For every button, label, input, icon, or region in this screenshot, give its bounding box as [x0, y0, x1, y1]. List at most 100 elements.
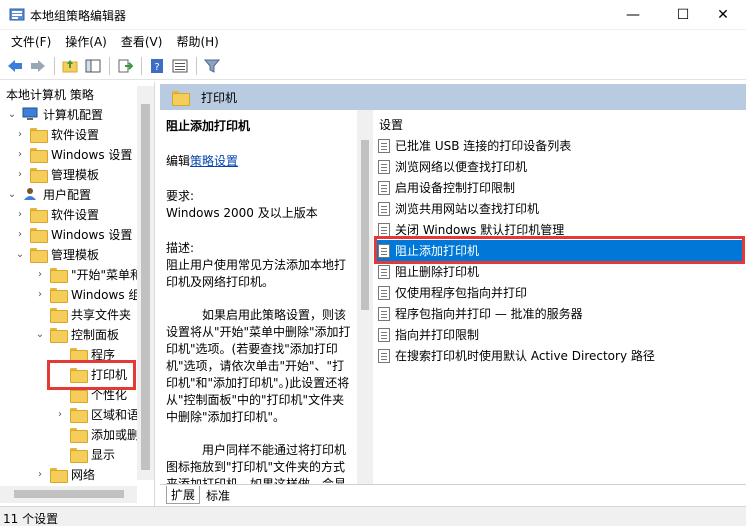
policy-setting-icon — [378, 285, 390, 300]
group-policy-icon — [9, 8, 25, 21]
tree-item[interactable]: › Windows 设置 — [14, 224, 132, 244]
setting-label: 阻止删除打印机 — [395, 265, 480, 279]
tree-item-label: 区域和语 — [91, 407, 140, 422]
setting-row[interactable]: 阻止删除打印机 — [376, 261, 744, 282]
setting-row[interactable]: 启用设备控制打印限制 — [376, 177, 744, 198]
folder-icon — [70, 447, 88, 463]
setting-label: 指向并打印限制 — [395, 328, 480, 342]
settings-column-header[interactable]: 设置 — [379, 116, 403, 133]
tree-hscroll-thumb[interactable] — [14, 490, 124, 498]
tree-item[interactable]: › 网络 — [34, 464, 95, 484]
up-folder-icon[interactable] — [59, 55, 81, 77]
description-pane: 阻止添加打印机 编辑策略设置 要求: Windows 2000 及以上版本 描述… — [160, 110, 357, 484]
requirements-value: Windows 2000 及以上版本 — [166, 206, 318, 220]
chevron-right-icon[interactable]: › — [14, 129, 26, 140]
menu-bar: 文件(F) 操作(A) 查看(V) 帮助(H) — [0, 30, 746, 51]
menu-action[interactable]: 操作(A) — [58, 30, 114, 51]
setting-label: 浏览网络以便查找打印机 — [395, 160, 528, 174]
back-icon[interactable] — [4, 55, 26, 77]
edit-policy-line: 编辑策略设置 — [166, 153, 351, 170]
policy-setting-icon — [378, 138, 390, 153]
chevron-down-icon[interactable]: ⌄ — [34, 329, 46, 340]
tree-item[interactable]: 显示 — [54, 444, 115, 464]
setting-row[interactable]: 关闭 Windows 默认打印机管理 — [376, 219, 744, 240]
setting-row[interactable]: 浏览共用网站以查找打印机 — [376, 198, 744, 219]
chevron-down-icon[interactable]: ⌄ — [6, 109, 18, 120]
chevron-right-icon[interactable]: › — [14, 149, 26, 160]
folder-icon — [70, 407, 88, 423]
tree-item[interactable]: › 软件设置 — [14, 124, 99, 144]
export-icon[interactable] — [114, 55, 136, 77]
tree-item[interactable]: 共享文件夹 — [34, 304, 131, 324]
folder-icon — [50, 267, 68, 283]
folder-icon — [50, 327, 68, 343]
tree-item-label: Windows 设置 — [51, 147, 133, 162]
tree-item[interactable]: › 软件设置 — [14, 204, 99, 224]
tree-item[interactable]: › Windows 设置 — [14, 144, 132, 164]
tree-item[interactable]: 程序 — [54, 344, 115, 364]
setting-row[interactable]: 浏览网络以便查找打印机 — [376, 156, 744, 177]
filter-icon[interactable] — [201, 55, 223, 77]
policy-setting-icon — [378, 348, 390, 363]
tree-item-label: 共享文件夹 — [71, 307, 132, 322]
svg-text:?: ? — [154, 62, 159, 73]
tree-item[interactable]: 添加或删 — [54, 424, 139, 444]
folder-icon — [50, 467, 68, 483]
setting-row[interactable]: 仅使用程序包指向并打印 — [376, 282, 744, 303]
properties-icon[interactable] — [169, 55, 191, 77]
menu-help[interactable]: 帮助(H) — [169, 30, 225, 51]
chevron-right-icon[interactable]: › — [14, 209, 26, 220]
close-button[interactable]: ✕ — [700, 0, 746, 30]
tree-scroll-thumb[interactable] — [141, 104, 150, 470]
tree-item[interactable]: › Windows 组 — [34, 284, 140, 304]
policy-title: 阻止添加打印机 — [166, 119, 251, 133]
chevron-right-icon[interactable]: › — [54, 409, 66, 420]
menu-file[interactable]: 文件(F) — [4, 30, 58, 51]
chevron-down-icon[interactable]: ⌄ — [6, 189, 18, 200]
folder-icon — [172, 90, 190, 106]
menu-view[interactable]: 查看(V) — [114, 30, 170, 51]
tree-item[interactable]: ⌄ 控制面板 — [34, 324, 119, 344]
forward-icon[interactable] — [27, 55, 49, 77]
tree-item[interactable]: 个性化 — [54, 384, 127, 404]
tree-item[interactable]: ⌄ 计算机配置 — [6, 104, 103, 124]
description-scroll-thumb[interactable] — [361, 140, 369, 310]
toolbar-separator — [54, 56, 55, 75]
status-bar: 11 个设置 — [0, 506, 746, 526]
toolbar: ? — [0, 52, 746, 80]
tree-item[interactable]: › 管理模板 — [14, 164, 99, 184]
chevron-down-icon[interactable]: ⌄ — [14, 249, 26, 260]
setting-row[interactable]: 程序包指向并打印 — 批准的服务器 — [376, 303, 744, 324]
setting-row[interactable]: 在搜索打印机时使用默认 Active Directory 路径 — [376, 345, 744, 366]
setting-row[interactable]: 已批准 USB 连接的打印设备列表 — [376, 135, 744, 156]
tree-item[interactable]: ⌄ 用户配置 — [6, 184, 91, 204]
tree-item-label: 添加或删 — [91, 427, 140, 442]
setting-row[interactable]: 指向并打印限制 — [376, 324, 744, 345]
folder-icon — [70, 387, 88, 403]
requirements-label: 要求: — [166, 189, 195, 203]
tree-item[interactable]: 打印机 — [54, 364, 127, 384]
edit-policy-link[interactable]: 策略设置 — [190, 154, 238, 168]
toolbar-separator — [141, 56, 142, 75]
description-label: 描述: — [166, 241, 195, 255]
policy-setting-icon — [378, 306, 390, 321]
tab-standard[interactable]: 标准 — [202, 486, 234, 504]
chevron-right-icon[interactable]: › — [34, 289, 46, 300]
policy-setting-icon — [378, 327, 390, 342]
policy-setting-icon — [378, 222, 390, 237]
show-hide-tree-icon[interactable] — [82, 55, 104, 77]
chevron-right-icon[interactable]: › — [14, 169, 26, 180]
minimize-button[interactable]: — — [610, 0, 656, 30]
tree-item[interactable]: › "开始"菜单和 — [34, 264, 142, 284]
tree-item-label: 打印机 — [91, 367, 128, 382]
setting-row[interactable]: 阻止添加打印机 — [376, 240, 744, 261]
chevron-right-icon[interactable]: › — [14, 229, 26, 240]
tree-root-label: 本地计算机 策略 — [6, 87, 94, 102]
chevron-right-icon[interactable]: › — [34, 469, 46, 480]
tree-item[interactable]: ⌄ 管理模板 — [14, 244, 99, 264]
tree-root[interactable]: 本地计算机 策略 — [6, 84, 94, 104]
help-icon[interactable]: ? — [146, 55, 168, 77]
chevron-right-icon[interactable]: › — [34, 269, 46, 280]
tree-item[interactable]: › 区域和语 — [54, 404, 139, 424]
tab-extended[interactable]: 扩展 — [166, 486, 201, 504]
